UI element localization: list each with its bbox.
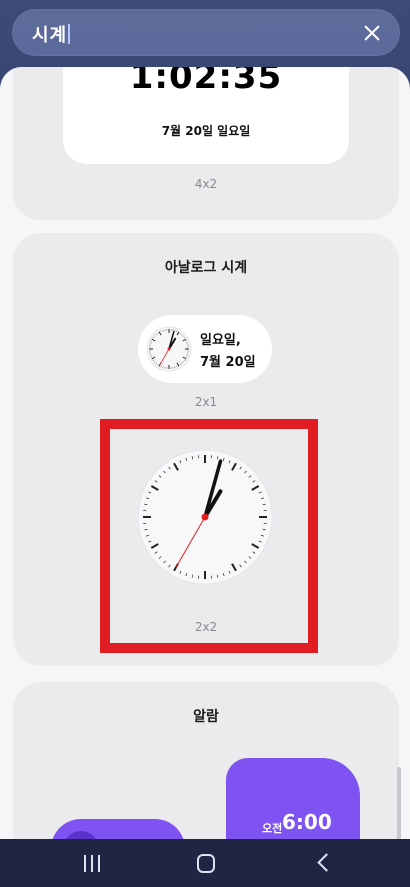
widget-weekday: 일요일, (200, 333, 241, 348)
search-bar[interactable]: 시계 (12, 9, 400, 56)
search-input[interactable]: 시계 (32, 25, 67, 46)
recent-apps-icon[interactable] (80, 851, 106, 877)
widget-size-label: 2x1 (194, 395, 218, 409)
widget-size-label: 2x2 (194, 620, 218, 634)
analog-clock-card: 아날로그 시계 일요일, 7월 20일 2x1 2x2 (13, 233, 399, 666)
card-title: 아날로그 시계 (164, 260, 248, 276)
analog-clock-2x1-widget-preview[interactable]: 일요일, 7월 20일 (138, 315, 272, 383)
text-cursor (68, 24, 71, 44)
alarm-2x2-widget-preview[interactable]: 오전 6:00 (226, 758, 360, 839)
alarm-card: 알람 오전 6:00 (13, 682, 399, 839)
digital-clock-date: 7월 20일 일요일 (161, 124, 251, 138)
card-title: 알람 (193, 709, 219, 725)
digital-clock-card: 1:02:35 7월 20일 일요일 4x2 (13, 67, 399, 220)
alarm-2x1-widget-preview[interactable] (51, 819, 185, 839)
close-icon[interactable] (358, 19, 386, 47)
alarm-icon (63, 831, 99, 839)
widget-sheet: 1:02:35 7월 20일 일요일 4x2 아날로그 시계 일요일, 7월 2… (0, 67, 410, 839)
navigation-bar (0, 839, 410, 887)
back-icon[interactable] (312, 851, 338, 877)
mini-analog-clock-icon (146, 326, 192, 372)
widget-size-label: 4x2 (194, 177, 218, 191)
widget-date: 7월 20일 (200, 355, 256, 370)
alarm-time: 6:00 (282, 810, 332, 834)
digital-clock-widget-preview[interactable]: 1:02:35 7월 20일 일요일 (63, 67, 349, 164)
digital-clock-time: 1:02:35 (129, 67, 283, 97)
scrollbar[interactable] (397, 767, 401, 839)
search-query-container[interactable]: 시계 (32, 21, 71, 47)
alarm-ampm: 오전 (262, 822, 283, 835)
home-icon[interactable] (193, 851, 219, 877)
analog-clock-face-icon (137, 449, 273, 585)
